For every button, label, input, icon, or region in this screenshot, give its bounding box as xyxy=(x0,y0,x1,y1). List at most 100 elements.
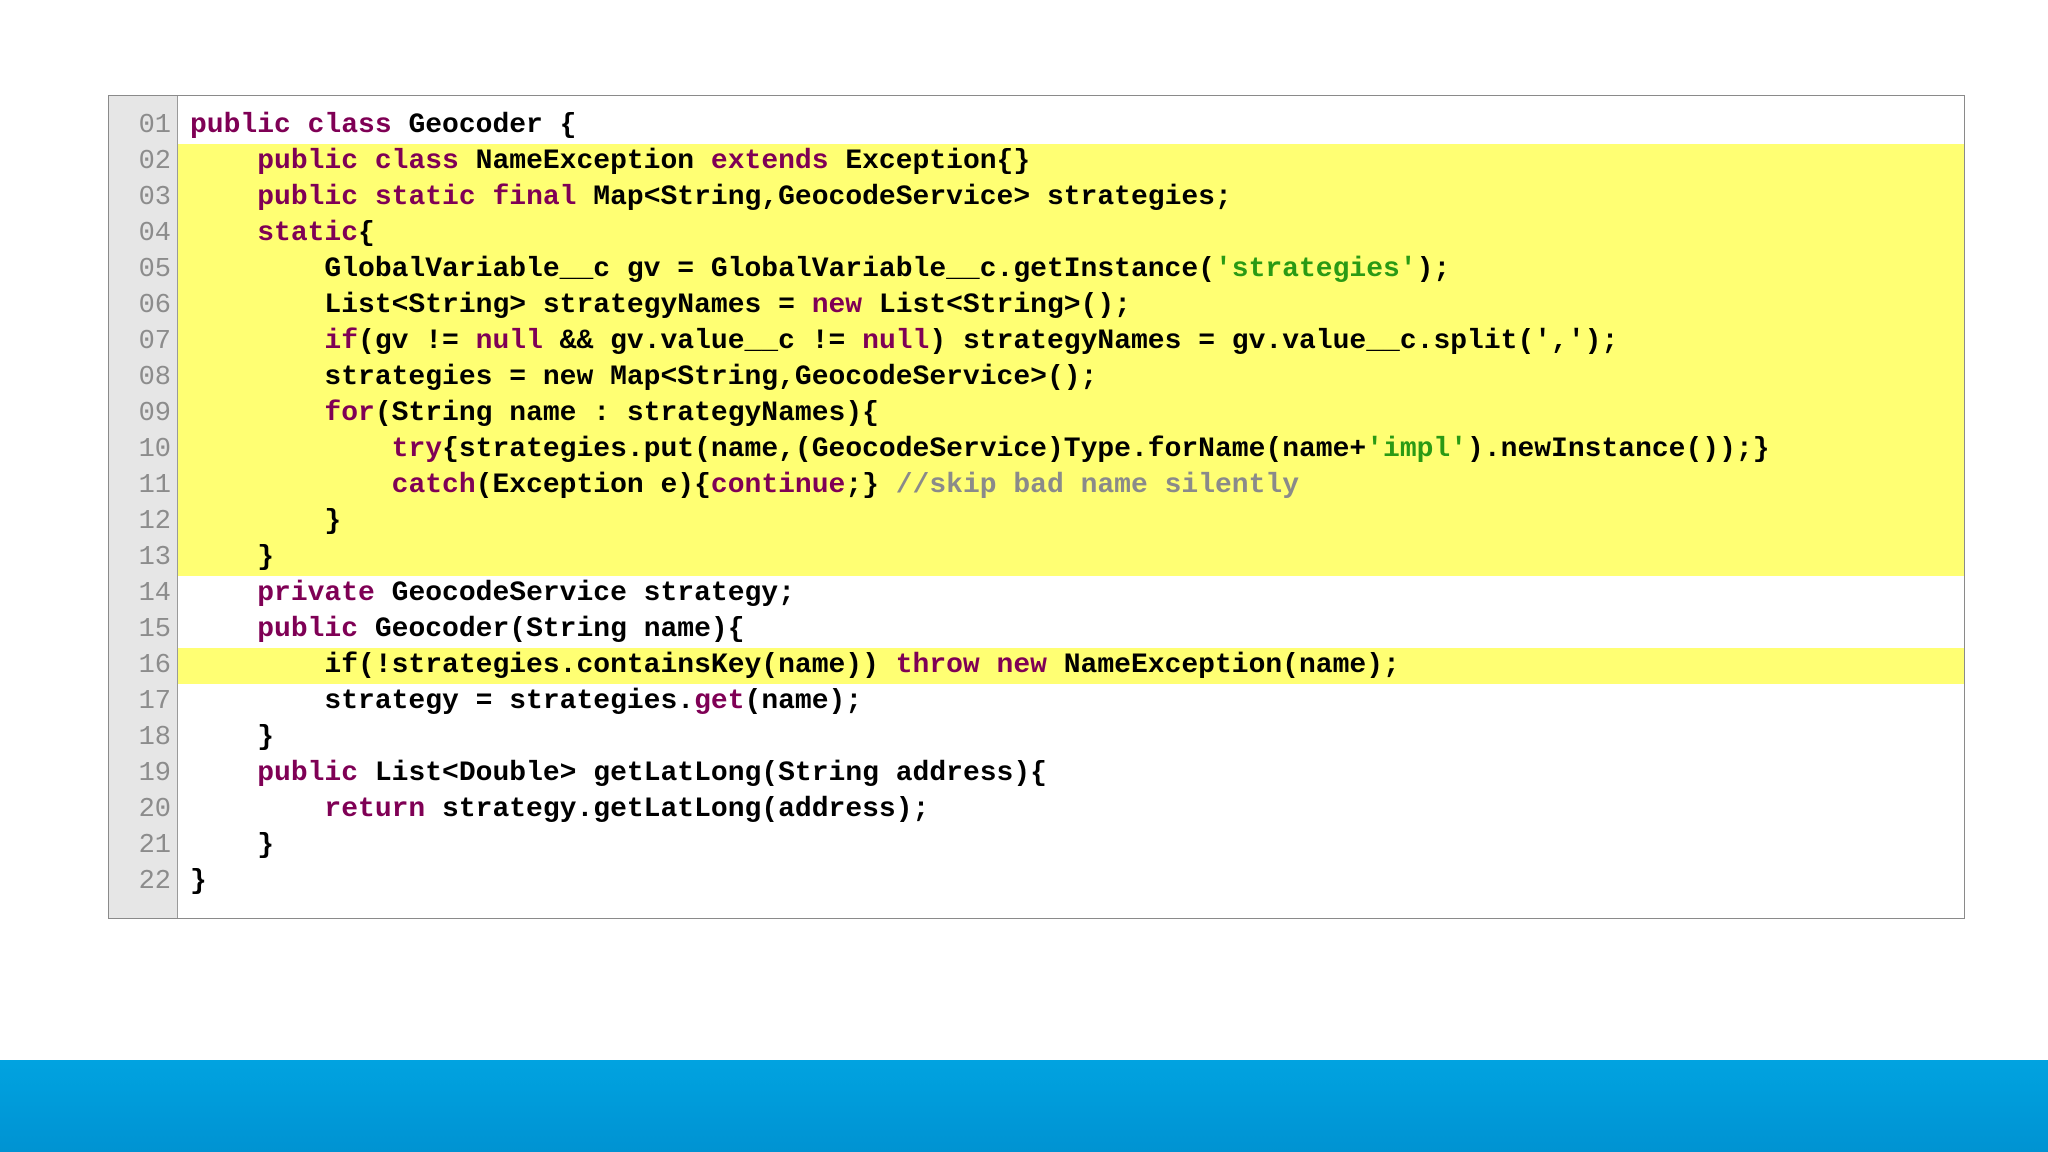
keyword-token: static xyxy=(257,218,359,249)
code-line: 07 if(gv != null && gv.value__c != null)… xyxy=(109,324,1964,360)
code-text: List<String> strategyNames = new List<St… xyxy=(178,288,1964,324)
code-token: NameException(name); xyxy=(1063,650,1400,681)
keyword-token: null xyxy=(862,326,930,357)
keyword-token: private xyxy=(257,578,392,609)
code-text: if(gv != null && gv.value__c != null) st… xyxy=(178,324,1964,360)
code-line: 05 GlobalVariable__c gv = GlobalVariable… xyxy=(109,252,1964,288)
code-token: } xyxy=(190,542,275,573)
comment-token: //skip bad name silently xyxy=(895,470,1300,501)
code-line: 06 List<String> strategyNames = new List… xyxy=(109,288,1964,324)
code-token: } xyxy=(190,830,275,861)
code-token: } xyxy=(190,506,342,537)
string-token: 'strategies' xyxy=(1214,254,1417,285)
code-line: 21 } xyxy=(109,828,1964,864)
line-number: 14 xyxy=(138,579,171,609)
keyword-token: try xyxy=(391,434,443,465)
code-line: 18 } xyxy=(109,720,1964,756)
code-line: 16 if(!strategies.containsKey(name)) thr… xyxy=(109,648,1964,684)
keyword-token: new xyxy=(811,290,879,321)
code-text: } xyxy=(178,720,1964,756)
keyword-token: public xyxy=(257,614,375,645)
line-number: 08 xyxy=(138,363,171,393)
keyword-token: get xyxy=(694,686,745,717)
code-lines: 01 public class Geocoder {02 public class… xyxy=(109,108,1964,900)
code-text: for(String name : strategyNames){ xyxy=(178,396,1964,432)
keyword-token: catch xyxy=(391,470,476,501)
code-text: static{ xyxy=(178,216,1964,252)
code-text: } xyxy=(178,504,1964,540)
string-token: 'impl' xyxy=(1366,434,1468,465)
line-number: 07 xyxy=(138,327,171,357)
line-number: 19 xyxy=(138,759,171,789)
code-token: ) strategyNames = gv.value__c.split(',')… xyxy=(929,326,1619,357)
code-text: public class NameException extends Excep… xyxy=(178,144,1964,180)
code-token: ).newInstance());} xyxy=(1467,434,1770,465)
line-number: 12 xyxy=(138,507,171,537)
keyword-token: public class xyxy=(257,146,476,177)
code-line: 10 try{strategies.put(name,(GeocodeServi… xyxy=(109,432,1964,468)
keyword-token: null xyxy=(475,326,543,357)
code-line: 09 for(String name : strategyNames){ xyxy=(109,396,1964,432)
line-number: 01 xyxy=(138,111,171,141)
code-token: && gv.value__c != xyxy=(542,326,863,357)
line-number: 11 xyxy=(138,471,171,501)
code-token: (name); xyxy=(744,686,863,717)
keyword-token: return xyxy=(324,794,443,825)
line-number: 04 xyxy=(138,219,171,249)
code-text: return strategy.getLatLong(address); xyxy=(178,792,1964,828)
code-line: 22} xyxy=(109,864,1964,900)
code-line: 02 public class NameException extends Ex… xyxy=(109,144,1964,180)
code-text: public class Geocoder { xyxy=(178,108,1964,144)
code-token: GeocodeService strategy; xyxy=(391,578,795,609)
code-token: NameException xyxy=(475,146,711,177)
code-line: 14 private GeocodeService strategy; xyxy=(109,576,1964,612)
code-token: strategy.getLatLong(address); xyxy=(442,794,930,825)
code-token: List<Double> getLatLong(String address){ xyxy=(374,758,1047,789)
code-token: (Exception e){ xyxy=(475,470,711,501)
code-text: public List<Double> getLatLong(String ad… xyxy=(178,756,1964,792)
code-token: } xyxy=(190,866,207,897)
code-token: Geocoder(String name){ xyxy=(374,614,745,645)
line-number: 17 xyxy=(138,687,171,717)
line-number: 09 xyxy=(138,399,171,429)
code-token: GlobalVariable__c gv = GlobalVariable__c… xyxy=(190,254,1215,285)
code-token: (gv != xyxy=(358,326,476,357)
keyword-token: public class xyxy=(190,110,409,141)
code-text: public Geocoder(String name){ xyxy=(178,612,1964,648)
line-number: 06 xyxy=(138,291,171,321)
code-token: List<String>(); xyxy=(878,290,1131,321)
code-line: 01 public class Geocoder { xyxy=(109,108,1964,144)
keyword-token: public static final xyxy=(257,182,594,213)
code-line: 17 strategy = strategies.get(name); xyxy=(109,684,1964,720)
code-line: 13 } xyxy=(109,540,1964,576)
code-text: } xyxy=(178,828,1964,864)
code-listing-panel: 01 public class Geocoder {02 public class… xyxy=(108,95,1965,919)
keyword-token: if xyxy=(324,326,359,357)
footer-band xyxy=(0,1060,2048,1152)
code-text: } xyxy=(178,864,1964,900)
line-number: 03 xyxy=(138,183,171,213)
code-token: if(!strategies.containsKey(name)) xyxy=(190,650,896,681)
code-line: 03 public static final Map<String,Geocod… xyxy=(109,180,1964,216)
line-number: 18 xyxy=(138,723,171,753)
line-number: 02 xyxy=(138,147,171,177)
code-text: strategy = strategies.get(name); xyxy=(178,684,1964,720)
code-line: 12 } xyxy=(109,504,1964,540)
code-text: GlobalVariable__c gv = GlobalVariable__c… xyxy=(178,252,1964,288)
line-number: 15 xyxy=(138,615,171,645)
code-token: Map<String,GeocodeService> strategies; xyxy=(593,182,1232,213)
code-text: if(!strategies.containsKey(name)) throw … xyxy=(178,648,1964,684)
line-number: 13 xyxy=(138,543,171,573)
code-token: } xyxy=(190,722,275,753)
code-line: 19 public List<Double> getLatLong(String… xyxy=(109,756,1964,792)
keyword-token: for xyxy=(324,398,375,429)
